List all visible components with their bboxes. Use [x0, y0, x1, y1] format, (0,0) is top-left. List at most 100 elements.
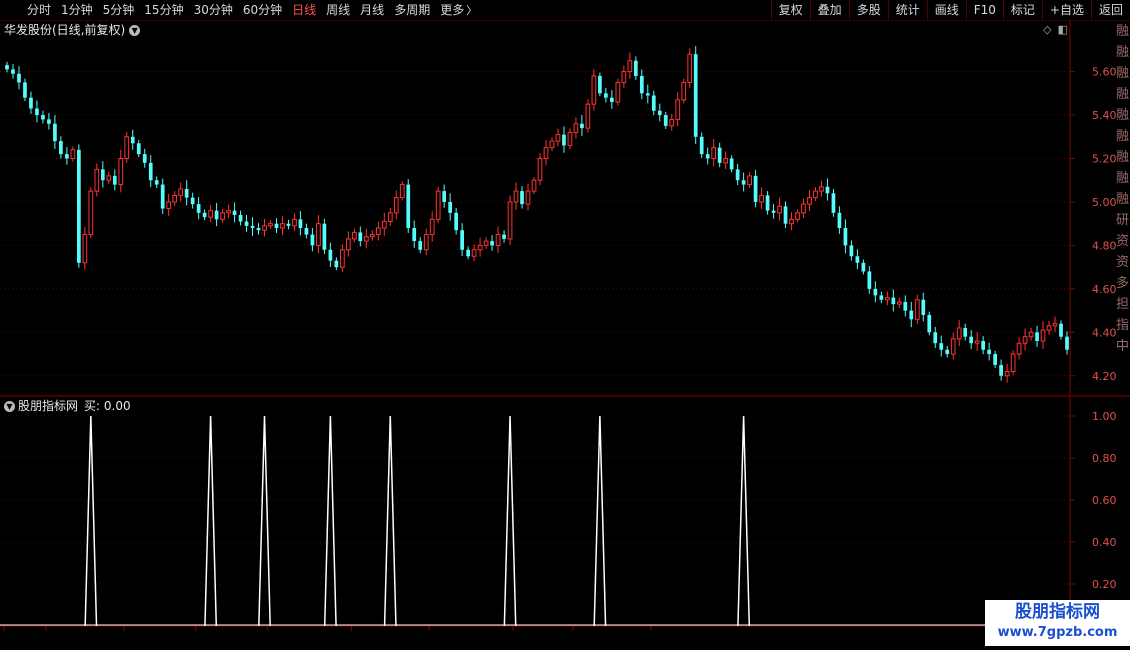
- strip-char: 融: [1116, 150, 1130, 165]
- signal-spike: [258, 415, 271, 627]
- candle-body: [657, 110, 662, 116]
- signal-spike: [383, 415, 397, 627]
- candle-body: [567, 131, 573, 146]
- y-tick-label: 4.80: [1092, 239, 1117, 252]
- candle-body: [423, 234, 429, 251]
- action-button-0[interactable]: 复权: [770, 0, 810, 20]
- candle-body: [956, 327, 962, 340]
- candle-body: [884, 297, 890, 301]
- candle-body: [172, 194, 178, 203]
- tab-period-1[interactable]: 1分钟: [56, 0, 98, 20]
- tab-period-6[interactable]: 日线: [287, 0, 321, 20]
- strip-char: 融: [1116, 45, 1130, 60]
- candle-body: [292, 218, 297, 227]
- chevron-down-icon[interactable]: ▼: [4, 400, 15, 412]
- tab-period-0[interactable]: 分时: [22, 0, 56, 20]
- candle-body: [1040, 329, 1046, 342]
- candle-body: [675, 99, 681, 120]
- indicator-name: 股朋指标网: [18, 399, 79, 413]
- candle-body: [393, 197, 399, 214]
- candle-body: [363, 236, 369, 242]
- candle-body: [298, 219, 303, 229]
- indicator-title[interactable]: ▼ 股朋指标网 买: 0.00: [4, 398, 131, 414]
- candle-body: [274, 223, 279, 229]
- tab-period-5[interactable]: 60分钟: [238, 0, 287, 20]
- candle-body: [502, 234, 506, 239]
- stock-chart: 5.60 5.40 5.20 5.00 4.80 4.60 4.40 4.20 1.00 0.80…: [0, 21, 1130, 631]
- candle-body: [639, 75, 644, 94]
- indicator-signal-value: 买: 0.00: [84, 399, 131, 413]
- x-tick-label: 8: [353, 630, 360, 631]
- candle-body: [340, 249, 345, 268]
- candle-body: [1046, 325, 1052, 331]
- action-button-6[interactable]: 标记: [1002, 0, 1042, 20]
- candle-body: [442, 191, 447, 202]
- candle-body: [351, 231, 357, 240]
- candle-body: [615, 81, 621, 103]
- candle-body: [669, 118, 675, 127]
- candle-body: [604, 93, 608, 98]
- action-button-4[interactable]: 画线: [926, 0, 966, 20]
- signal-spike: [593, 415, 607, 627]
- candle-body: [903, 301, 908, 311]
- candle-body: [723, 158, 729, 164]
- candle-body: [435, 190, 441, 220]
- y-tick-label: 0.20: [1092, 578, 1117, 591]
- action-buttons: 复权 叠加 多股 统计 画线 F10 标记 +自选 返回: [770, 0, 1130, 20]
- more-menu[interactable]: 更多〉: [435, 0, 482, 20]
- candle-body: [855, 256, 860, 263]
- candle-body: [1004, 370, 1010, 377]
- candle-body: [59, 141, 63, 155]
- candle-body: [549, 140, 555, 149]
- action-button-8[interactable]: 返回: [1090, 0, 1130, 20]
- x-tick-label: 11: [575, 630, 589, 631]
- candle-body: [705, 154, 710, 159]
- tab-period-9[interactable]: 多周期: [389, 0, 435, 20]
- candle-body: [262, 225, 267, 231]
- candle-body: [520, 191, 524, 205]
- signal-spike: [323, 415, 337, 627]
- candle-body: [130, 136, 135, 144]
- candle-body: [945, 349, 950, 355]
- action-button-7[interactable]: +自选: [1041, 0, 1091, 20]
- candle-body: [448, 201, 453, 213]
- candle-body: [166, 201, 172, 209]
- candle-body: [232, 210, 237, 215]
- diamond-icon[interactable]: ◇: [1043, 23, 1051, 36]
- action-button-2[interactable]: 多股: [848, 0, 888, 20]
- tab-period-4[interactable]: 30分钟: [189, 0, 238, 20]
- x-tick-label: 2025年: [6, 629, 45, 631]
- candle-body: [268, 223, 273, 227]
- candle-body: [825, 186, 830, 194]
- tab-period-8[interactable]: 月线: [355, 0, 389, 20]
- action-button-1[interactable]: 叠加: [809, 0, 849, 20]
- candle-body: [70, 149, 76, 160]
- candle-body: [41, 115, 45, 120]
- candle-body: [477, 244, 483, 251]
- strip-char: 融: [1116, 171, 1130, 186]
- window-icon[interactable]: ◧: [1058, 23, 1068, 36]
- candle-body: [460, 230, 464, 250]
- candle-body: [316, 223, 321, 246]
- candle-body: [699, 136, 704, 155]
- action-button-3[interactable]: 统计: [887, 0, 927, 20]
- strip-char: 中: [1116, 339, 1130, 354]
- watermark-name: 股朋指标网: [1015, 602, 1100, 622]
- main-chart-title[interactable]: 华发股份(日线,前复权) ▼: [4, 22, 143, 38]
- candle-body: [35, 108, 39, 116]
- candle-body: [202, 212, 207, 218]
- candle-body: [819, 186, 824, 192]
- candle-body: [490, 241, 494, 246]
- x-tick-label: 5: [126, 630, 133, 631]
- tab-period-2[interactable]: 5分钟: [98, 0, 140, 20]
- candle-body: [562, 134, 566, 146]
- action-button-5[interactable]: F10: [965, 0, 1003, 20]
- candle-body: [717, 147, 722, 163]
- candle-body: [789, 218, 794, 225]
- watermark: 股朋指标网 www.7gpzb.com: [985, 600, 1130, 646]
- tab-period-3[interactable]: 15分钟: [139, 0, 188, 20]
- tab-period-7[interactable]: 周线: [321, 0, 355, 20]
- x-tick-label: 6: [198, 630, 205, 631]
- chevron-down-icon[interactable]: ▼: [129, 24, 141, 36]
- candle-body: [687, 53, 693, 83]
